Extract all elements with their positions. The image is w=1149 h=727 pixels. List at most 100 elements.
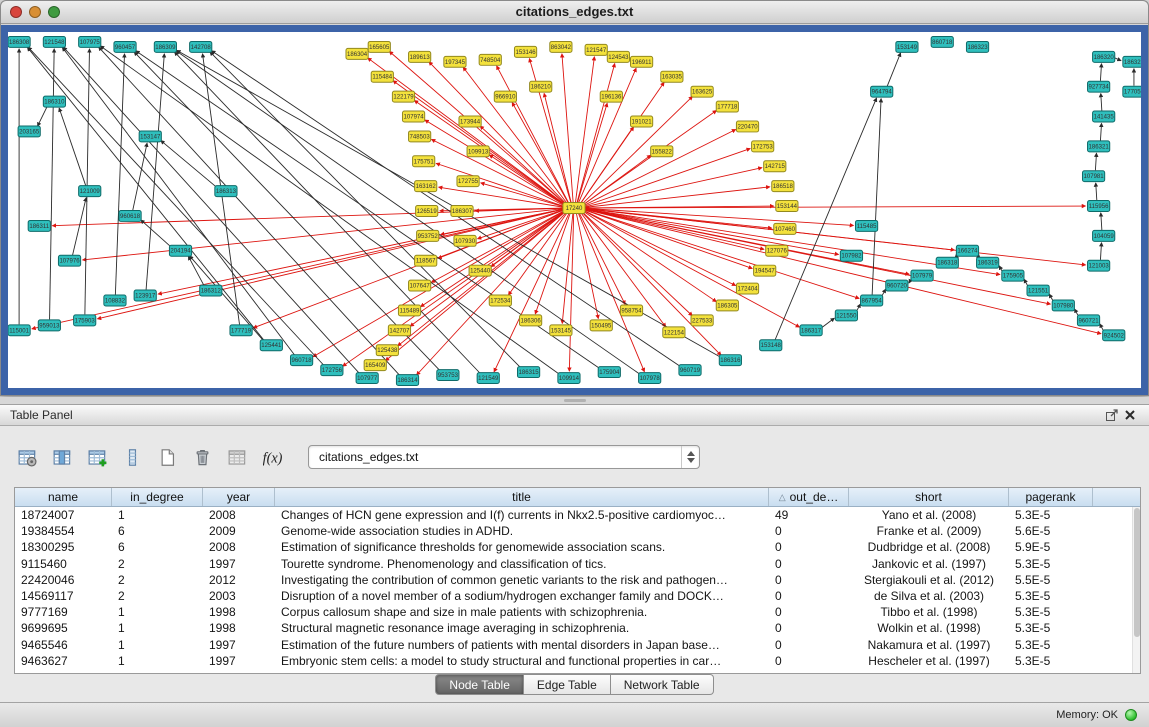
network-node[interactable]: 121547 [585, 44, 607, 55]
network-node[interactable]: 186518 [772, 181, 794, 192]
network-node[interactable]: 126519 [416, 206, 438, 217]
network-node[interactable]: 177719 [230, 325, 252, 336]
network-node[interactable]: 175905 [1002, 270, 1024, 281]
network-edge[interactable] [584, 129, 736, 205]
zoom-window-button[interactable] [48, 6, 60, 18]
network-node[interactable]: 163035 [661, 71, 683, 82]
network-edge[interactable] [583, 155, 651, 205]
network-node[interactable]: 17240 [563, 203, 585, 214]
network-node[interactable]: 122179 [392, 91, 414, 102]
network-node[interactable]: 107930 [454, 235, 476, 246]
network-node[interactable]: 186308 [8, 36, 30, 47]
network-node[interactable]: 186316 [719, 355, 741, 366]
network-node[interactable]: 186313 [215, 186, 237, 197]
column-header-short[interactable]: short [849, 488, 1009, 506]
network-node[interactable]: 867954 [861, 295, 883, 306]
network-edge[interactable] [115, 54, 124, 295]
network-edge[interactable] [491, 211, 565, 266]
column-header-year[interactable]: year [203, 488, 275, 506]
network-node[interactable]: 860718 [931, 36, 953, 47]
network-edge[interactable] [1100, 243, 1101, 260]
delete-column-icon[interactable] [119, 444, 146, 471]
network-node[interactable]: 186309 [154, 41, 176, 52]
network-edge[interactable] [38, 106, 48, 126]
network-edge[interactable] [1096, 183, 1097, 200]
network-node[interactable]: 186305 [716, 300, 738, 311]
network-node[interactable]: 927734 [1088, 81, 1110, 92]
delete-table-icon[interactable] [189, 444, 216, 471]
column-header-name[interactable]: name [15, 488, 112, 506]
network-node[interactable]: 204194 [169, 245, 191, 256]
network-node[interactable]: 172755 [457, 176, 479, 187]
network-node[interactable]: 150495 [590, 320, 612, 331]
network-edge[interactable] [133, 143, 147, 210]
column-header-pagerank[interactable]: pagerank [1009, 488, 1093, 506]
network-node[interactable]: 109914 [558, 373, 580, 384]
network-node[interactable]: 122154 [663, 327, 685, 338]
splitter-grip-icon[interactable] [564, 399, 586, 402]
new-table-icon[interactable] [154, 444, 181, 471]
panel-splitter[interactable] [0, 397, 1149, 404]
network-node[interactable]: 115489 [398, 305, 420, 316]
network-node[interactable]: 194547 [754, 265, 776, 276]
network-node[interactable]: 124543 [607, 51, 629, 62]
add-column-icon[interactable] [84, 444, 111, 471]
function-builder-icon[interactable]: f(x) [259, 444, 286, 471]
network-node[interactable]: 107974 [402, 111, 424, 122]
network-node[interactable]: 186307 [451, 206, 473, 217]
network-edge[interactable] [585, 168, 762, 207]
table-row[interactable]: 977716911998Corpus callosum shape and si… [15, 604, 1140, 620]
network-node[interactable]: 107979 [911, 270, 933, 281]
network-node[interactable]: 121003 [1088, 260, 1110, 271]
table-row[interactable]: 1938455462009Genome-wide association stu… [15, 523, 1140, 539]
network-node[interactable]: 121551 [1027, 285, 1049, 296]
network-node[interactable]: 125441 [260, 340, 282, 351]
network-node[interactable]: 165409 [364, 360, 386, 371]
network-edge[interactable] [585, 187, 770, 208]
column-header-in_degree[interactable]: in_degree [112, 488, 203, 506]
network-edge[interactable] [872, 99, 881, 295]
network-edge[interactable] [62, 47, 294, 355]
network-node[interactable]: 966910 [494, 91, 516, 102]
network-node[interactable]: 924502 [1103, 330, 1125, 341]
network-node[interactable]: 121549 [477, 373, 499, 384]
minimize-window-button[interactable] [29, 6, 41, 18]
table-row[interactable]: 911546021997Tourette syndrome. Phenomeno… [15, 556, 1140, 572]
network-node[interactable]: 107977 [356, 373, 378, 384]
network-node[interactable]: 186322 [1123, 56, 1141, 67]
network-node[interactable]: 153145 [550, 325, 572, 336]
network-edge[interactable] [188, 256, 204, 285]
network-node[interactable]: 175903 [74, 315, 96, 326]
network-node[interactable]: 953753 [437, 370, 459, 381]
network-node[interactable]: 172534 [489, 295, 511, 306]
table-row[interactable]: 1872400712008Changes of HCN gene express… [15, 507, 1140, 523]
table-row[interactable]: 946554611997Estimation of the future num… [15, 637, 1140, 653]
network-edge[interactable] [494, 213, 569, 371]
network-node[interactable]: 748503 [409, 131, 431, 142]
network-node[interactable]: 186321 [1088, 141, 1110, 152]
network-edge[interactable] [431, 211, 564, 283]
network-node[interactable]: 107647 [409, 280, 431, 291]
table-row[interactable]: 2242004622012Investigating the contribut… [15, 572, 1140, 588]
network-node[interactable]: 142708 [190, 41, 212, 52]
network-node[interactable]: 107981 [1082, 171, 1104, 182]
network-node[interactable]: 191021 [630, 116, 652, 127]
network-edge[interactable] [1115, 58, 1121, 61]
window-titlebar[interactable]: citations_edges.txt [1, 1, 1148, 24]
network-edge[interactable] [425, 120, 564, 205]
network-node[interactable]: 107978 [639, 373, 661, 384]
network-edge[interactable] [343, 211, 565, 366]
select-columns-icon[interactable] [49, 444, 76, 471]
network-node[interactable]: 118567 [415, 255, 437, 266]
network-node[interactable]: 121548 [43, 36, 65, 47]
network-node[interactable]: 172756 [321, 365, 343, 376]
network-node[interactable]: 153144 [776, 201, 798, 212]
network-node[interactable]: 172753 [752, 141, 774, 152]
network-node[interactable]: 186315 [517, 367, 539, 378]
column-header-out_de[interactable]: △out_de… [769, 488, 849, 506]
network-edge[interactable] [576, 57, 595, 202]
network-edge[interactable] [544, 93, 571, 202]
network-edge[interactable] [432, 139, 564, 205]
network-edge[interactable] [1101, 94, 1102, 111]
table-row[interactable]: 1830029562008Estimation of significance … [15, 539, 1140, 555]
